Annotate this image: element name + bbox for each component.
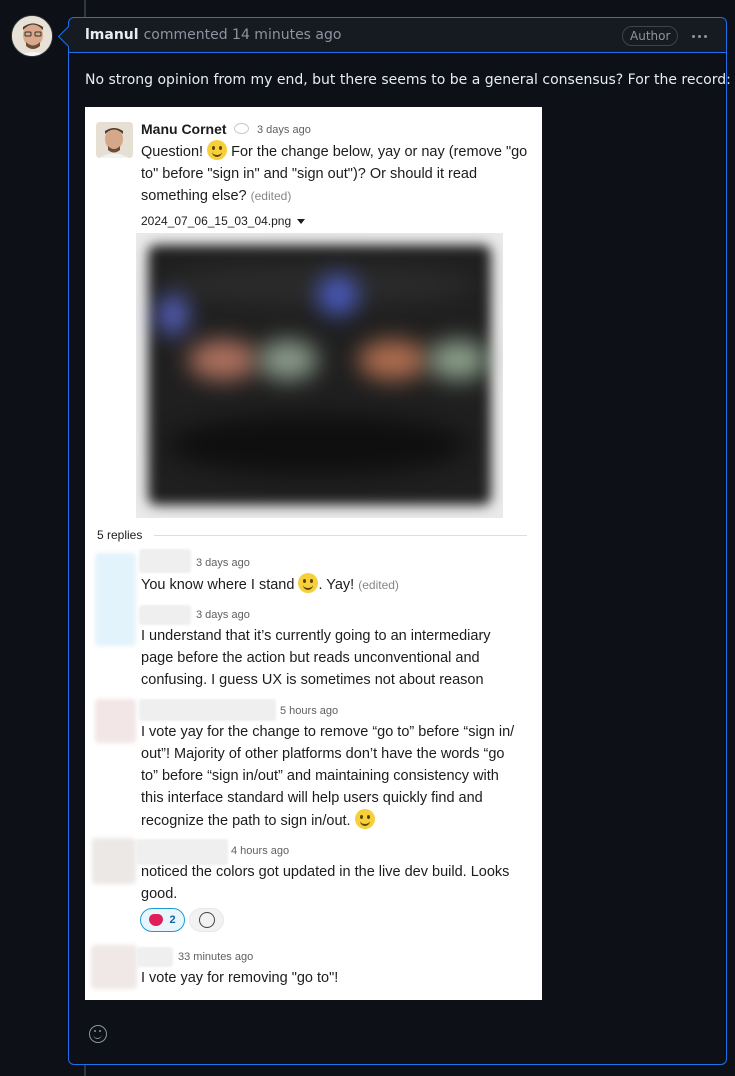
add-reaction-button[interactable] — [189, 908, 224, 932]
reaction-heart[interactable]: 2 — [140, 908, 185, 932]
edited-label: (edited) — [250, 189, 292, 203]
reply-avatar — [95, 699, 136, 743]
file-name: 2024_07_06_15_03_04.png — [141, 214, 306, 228]
message-text: to" before "sign in" and "sign out")? Or… — [141, 166, 478, 182]
message-text: Question! — [141, 144, 204, 160]
add-emoji-icon — [198, 912, 215, 928]
reaction-count: 2 — [169, 914, 176, 926]
slightly-smiling-emoji-icon — [207, 140, 228, 160]
status-bubble-icon — [234, 123, 249, 134]
redacted-name — [139, 699, 276, 721]
reply-avatar — [92, 838, 136, 884]
reply-timestamp: 5 hours ago — [280, 705, 339, 717]
reply-timestamp: 3 days ago — [196, 557, 250, 569]
comment-text: No strong opinion from my end, but there… — [85, 72, 731, 88]
reply-timestamp: 4 hours ago — [231, 845, 290, 857]
redacted-name — [139, 549, 191, 573]
message-author: Manu Cornet — [141, 121, 227, 137]
reply-body: I vote yay for removing "go to"! — [141, 970, 339, 986]
redacted-name — [137, 947, 173, 967]
blurred-image-preview — [136, 233, 503, 518]
reply-avatar — [95, 553, 136, 646]
slightly-smiling-emoji-icon — [298, 573, 319, 593]
heart-icon — [149, 914, 164, 926]
comment-timestamp[interactable]: commented 14 minutes ago — [144, 27, 342, 43]
reply-body: I understand that it’s currently going t… — [141, 628, 491, 688]
reply-body: You know where I stand . Yay! (edited) — [141, 573, 399, 596]
smiley-icon[interactable] — [89, 1025, 107, 1043]
reply-body: noticed the colors got updated in the li… — [141, 864, 510, 902]
comment-box: lmanul commented 14 minutes ago Author N… — [68, 17, 731, 1065]
reply-timestamp: 3 days ago — [196, 609, 250, 621]
caret-down-icon — [297, 219, 306, 224]
replies-count: 5 replies — [97, 528, 527, 542]
reply-body: I vote yay for the change to remove “go … — [141, 724, 515, 829]
user-avatar[interactable] — [11, 15, 53, 57]
redacted-name — [139, 605, 191, 625]
embedded-screenshot: Manu Cornet 3 days ago Question! For the… — [85, 107, 542, 1000]
reply-avatar — [91, 945, 137, 989]
message-avatar — [96, 122, 133, 158]
comment-author[interactable]: lmanul — [85, 27, 139, 43]
message-text: For the change below, yay or nay (remove… — [231, 144, 528, 160]
message-text: something else? — [141, 188, 247, 204]
author-badge: Author — [622, 26, 679, 46]
message-body: Question! For the change below, yay or n… — [141, 140, 527, 207]
slightly-smiling-emoji-icon — [354, 809, 375, 829]
comment-header: lmanul commented 14 minutes ago Author — [69, 18, 726, 53]
kebab-horizontal-icon[interactable] — [689, 27, 709, 45]
edited-label: (edited) — [358, 578, 399, 592]
message-timestamp: 3 days ago — [257, 124, 311, 136]
reply-timestamp: 33 minutes ago — [178, 951, 254, 963]
